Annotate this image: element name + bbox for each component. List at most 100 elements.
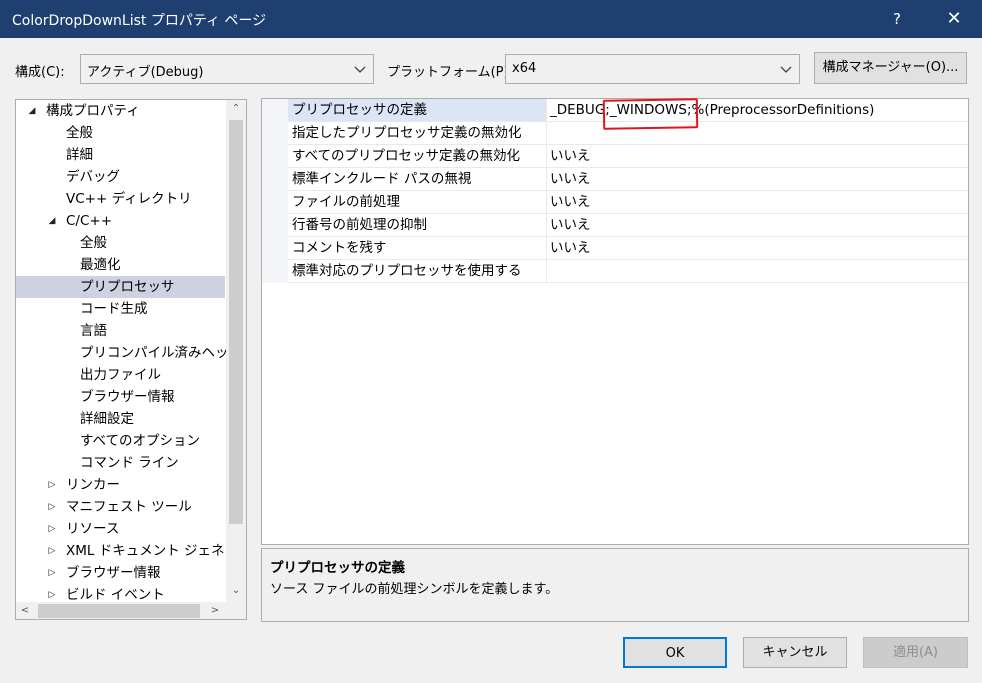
- tree-item[interactable]: ◢ C/C++: [16, 210, 225, 232]
- scroll-up-icon[interactable]: ⌃: [226, 100, 246, 118]
- tree-item-label: マニフェスト ツール: [66, 499, 192, 515]
- tree-item[interactable]: プリプロセッサ: [16, 276, 225, 298]
- property-name: コメントを残す: [288, 237, 547, 259]
- property-value[interactable]: いいえ: [548, 168, 591, 190]
- tree-vertical-scrollbar[interactable]: ⌃ ⌄: [226, 100, 246, 602]
- tree-item-label: 全般: [66, 125, 93, 141]
- config-value: アクティブ(Debug): [87, 65, 204, 80]
- property-value[interactable]: いいえ: [548, 145, 591, 167]
- tree-item[interactable]: 全般: [16, 122, 225, 144]
- platform-value: x64: [512, 61, 537, 76]
- tree-item[interactable]: コマンド ライン: [16, 452, 225, 474]
- expand-arrow-icon[interactable]: ▷: [46, 518, 58, 540]
- help-button[interactable]: ?: [880, 0, 914, 38]
- tree-item[interactable]: VC++ ディレクトリ: [16, 188, 225, 210]
- tree-item-label: ブラウザー情報: [80, 389, 175, 405]
- property-value[interactable]: いいえ: [548, 214, 591, 236]
- tree-item[interactable]: ▷ XML ドキュメント ジェネレータ: [16, 540, 246, 562]
- property-row[interactable]: コメントを残す いいえ: [288, 237, 968, 260]
- scrollbar-thumb[interactable]: [229, 120, 243, 524]
- tree-item[interactable]: ▷ リンカー: [16, 474, 225, 496]
- config-manager-button[interactable]: 構成マネージャー(O)...: [814, 52, 967, 84]
- property-row[interactable]: ファイルの前処理 いいえ: [288, 191, 968, 214]
- scrollbar-thumb[interactable]: [38, 604, 200, 618]
- tree-item[interactable]: 言語: [16, 320, 225, 342]
- tree-item-label: 言語: [80, 323, 107, 339]
- tree-item-label: 全般: [80, 235, 107, 251]
- expand-arrow-icon[interactable]: ▷: [46, 540, 58, 562]
- title-bar: ColorDropDownList プロパティ ページ ? ✕: [0, 0, 982, 38]
- property-name: 指定したプリプロセッサ定義の無効化: [288, 122, 547, 144]
- tree-item-label: ブラウザー情報: [66, 565, 161, 581]
- property-value[interactable]: [548, 260, 550, 282]
- expand-arrow-icon[interactable]: ▷: [46, 562, 58, 584]
- tree-item-label: C/C++: [66, 213, 113, 229]
- property-row[interactable]: すべてのプリプロセッサ定義の無効化 いいえ: [288, 145, 968, 168]
- property-row[interactable]: 行番号の前処理の抑制 いいえ: [288, 214, 968, 237]
- tree-item-label: すべてのオプション: [80, 433, 201, 449]
- property-name: すべてのプリプロセッサ定義の無効化: [288, 145, 547, 167]
- tree-item-label: プリコンパイル済みヘッダー: [80, 345, 247, 361]
- property-row[interactable]: 標準インクルード パスの無視 いいえ: [288, 168, 968, 191]
- tree-item[interactable]: 詳細設定: [16, 408, 225, 430]
- cancel-button[interactable]: キャンセル: [743, 637, 847, 668]
- description-panel: プリプロセッサの定義 ソース ファイルの前処理シンボルを定義します。: [261, 548, 969, 622]
- expand-arrow-icon[interactable]: ▷: [46, 496, 58, 518]
- tree-item-label: 詳細設定: [80, 411, 134, 427]
- property-name: 標準対応のプリプロセッサを使用する: [288, 260, 547, 282]
- tree-item[interactable]: ▷ リソース: [16, 518, 225, 540]
- tree-horizontal-scrollbar[interactable]: < >: [16, 602, 246, 619]
- tree-item[interactable]: デバッグ: [16, 166, 225, 188]
- tree-item[interactable]: ▷ マニフェスト ツール: [16, 496, 225, 518]
- property-name: 行番号の前処理の抑制: [288, 214, 547, 236]
- close-button[interactable]: ✕: [934, 0, 974, 38]
- chevron-down-icon: [780, 66, 792, 73]
- property-name: プリプロセッサの定義: [288, 99, 547, 121]
- collapse-arrow-icon[interactable]: ◢: [26, 100, 38, 122]
- tree-item[interactable]: コード生成: [16, 298, 225, 320]
- tree-item-label: コマンド ライン: [80, 455, 179, 471]
- ok-button[interactable]: OK: [623, 637, 727, 668]
- tree-item[interactable]: プリコンパイル済みヘッダー: [16, 342, 246, 364]
- description-title: プリプロセッサの定義: [270, 560, 405, 576]
- platform-label: プラットフォーム(P):: [387, 65, 513, 80]
- window-title: ColorDropDownList プロパティ ページ: [12, 13, 267, 29]
- collapse-arrow-icon[interactable]: ◢: [46, 210, 58, 232]
- tree-item[interactable]: 最適化: [16, 254, 225, 276]
- tree-item-label: デバッグ: [66, 169, 120, 185]
- property-value[interactable]: _DEBUG;_WINDOWS;%(PreprocessorDefinition…: [548, 99, 874, 121]
- property-tree: ◢ 構成プロパティ 全般 詳細 デバッグ VC++ ディレクトリ ◢ C/C++ 全般 最適化 プリ…: [15, 99, 247, 620]
- config-dropdown[interactable]: アクティブ(Debug): [80, 54, 374, 84]
- tree-item-label: 最適化: [80, 257, 121, 273]
- property-name: 標準インクルード パスの無視: [288, 168, 547, 190]
- scroll-down-icon[interactable]: ⌄: [226, 582, 246, 600]
- scroll-right-icon[interactable]: >: [206, 602, 224, 619]
- tree-item[interactable]: ▷ ブラウザー情報: [16, 562, 225, 584]
- tree-item-label: 出力ファイル: [80, 367, 161, 383]
- tree-item-label: XML ドキュメント ジェネレータ: [66, 543, 247, 559]
- grid-gutter: [262, 99, 288, 283]
- property-grid: プリプロセッサの定義 _DEBUG;_WINDOWS;%(Preprocessor…: [261, 98, 969, 545]
- tree-item[interactable]: ブラウザー情報: [16, 386, 225, 408]
- property-value[interactable]: いいえ: [548, 191, 591, 213]
- tree-item[interactable]: 詳細: [16, 144, 225, 166]
- property-value[interactable]: いいえ: [548, 237, 591, 259]
- apply-button[interactable]: 適用(A): [863, 637, 968, 668]
- tree-item-label: VC++ ディレクトリ: [66, 191, 192, 207]
- property-row[interactable]: 標準対応のプリプロセッサを使用する: [288, 260, 968, 283]
- tree-item[interactable]: 全般: [16, 232, 225, 254]
- scroll-left-icon[interactable]: <: [16, 602, 34, 619]
- tree-item-label: プリプロセッサ: [80, 279, 175, 295]
- property-name: ファイルの前処理: [288, 191, 547, 213]
- description-text: ソース ファイルの前処理シンボルを定義します。: [270, 582, 559, 597]
- tree-item[interactable]: 出力ファイル: [16, 364, 225, 386]
- expand-arrow-icon[interactable]: ▷: [46, 474, 58, 496]
- annotation-highlight: [602, 98, 699, 130]
- property-value[interactable]: [548, 122, 550, 144]
- tree-item-label: リンカー: [66, 477, 120, 493]
- tree-item[interactable]: すべてのオプション: [16, 430, 225, 452]
- tree-item-label: コード生成: [80, 301, 148, 317]
- platform-dropdown[interactable]: x64: [505, 54, 800, 84]
- tree-item[interactable]: ◢ 構成プロパティ: [16, 100, 225, 122]
- config-label: 構成(C):: [15, 65, 65, 80]
